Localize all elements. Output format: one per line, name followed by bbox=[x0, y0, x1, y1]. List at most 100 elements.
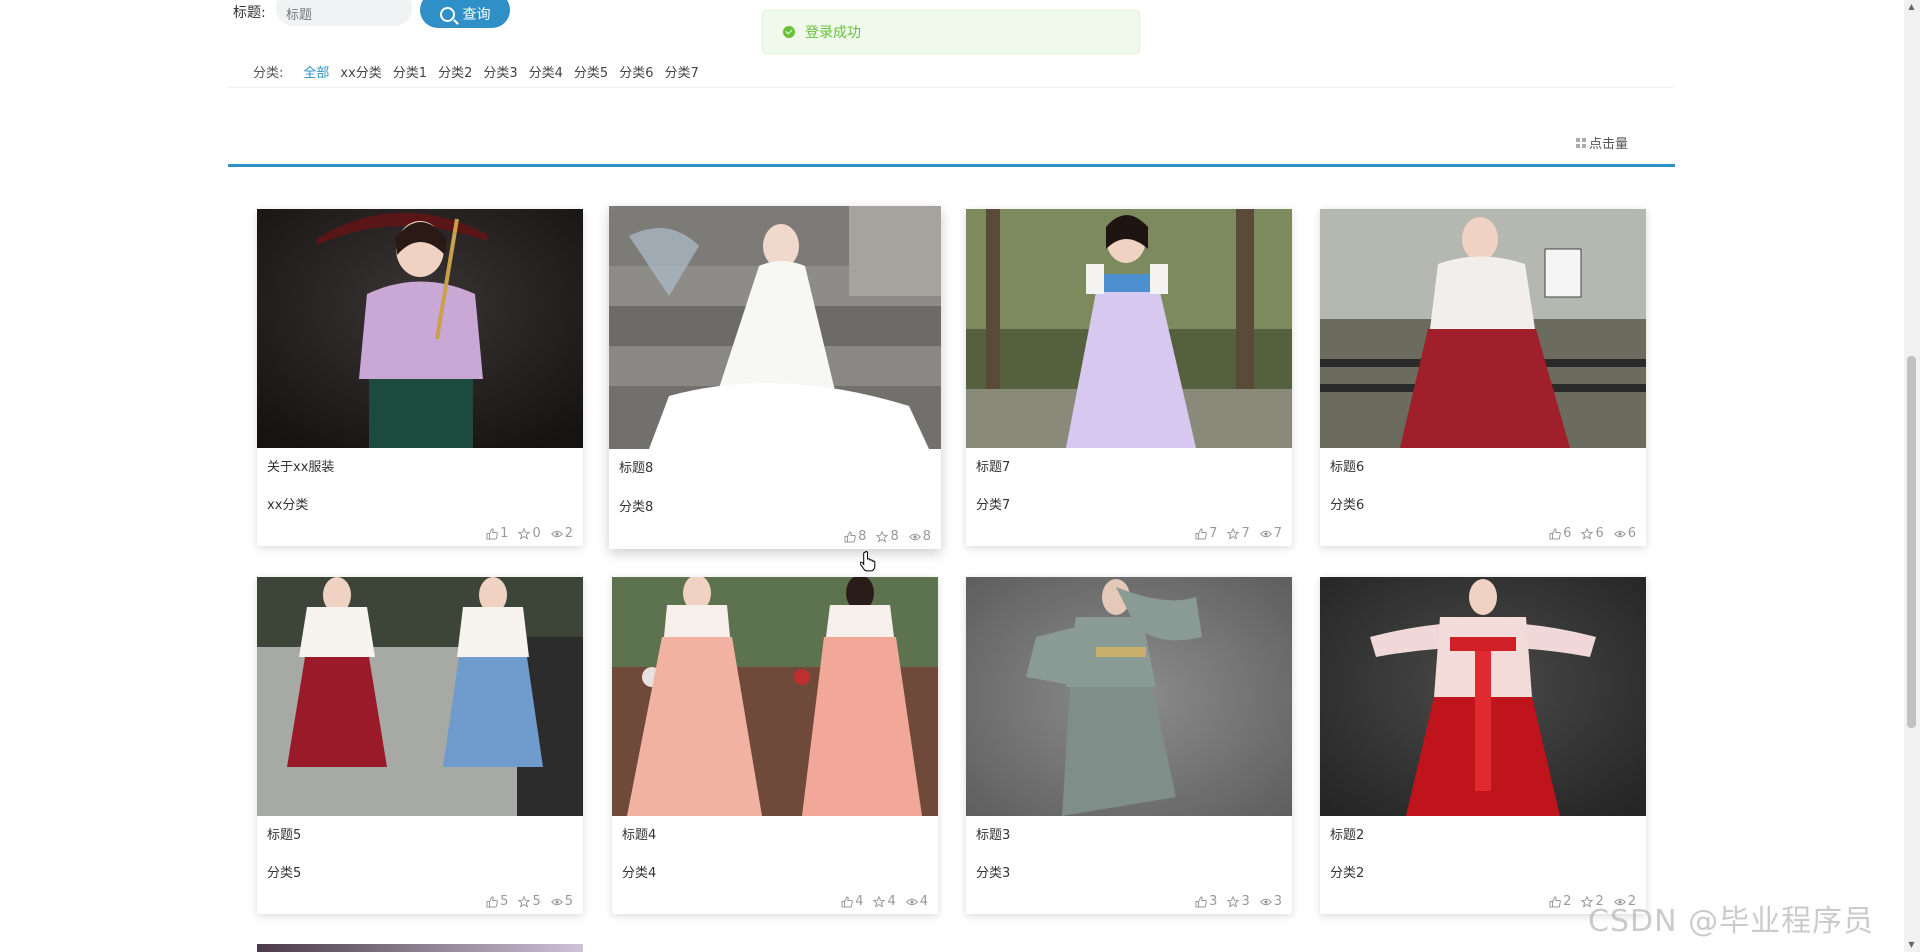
hand-pointer-icon bbox=[860, 550, 876, 572]
sort-by-views[interactable]: 点击量 bbox=[1576, 133, 1628, 152]
view-count: 2 bbox=[551, 526, 573, 541]
search-button[interactable]: 查询 bbox=[420, 0, 510, 28]
like-count[interactable]: 1 bbox=[486, 526, 508, 541]
product-card[interactable]: 标题8 分类8 8 8 8 bbox=[609, 206, 941, 549]
product-category: 分类6 bbox=[1330, 498, 1365, 513]
category-item-7[interactable]: 分类7 bbox=[664, 62, 698, 81]
product-image[interactable] bbox=[966, 577, 1292, 816]
like-count[interactable]: 3 bbox=[1195, 894, 1217, 909]
section-divider bbox=[228, 164, 1675, 167]
toast-message: 登录成功 bbox=[805, 25, 861, 41]
like-count[interactable]: 6 bbox=[1549, 526, 1571, 541]
favorite-count[interactable]: 5 bbox=[518, 894, 541, 909]
product-category: 分类2 bbox=[1330, 866, 1365, 881]
like-count[interactable]: 2 bbox=[1549, 894, 1571, 909]
product-image[interactable] bbox=[1320, 209, 1646, 448]
product-title[interactable]: 标题2 bbox=[1330, 824, 1364, 843]
product-category: 分类4 bbox=[622, 866, 657, 881]
favorite-count[interactable]: 8 bbox=[876, 529, 899, 544]
product-category: 分类8 bbox=[619, 500, 654, 515]
product-card[interactable]: 标题6 分类6 6 6 6 bbox=[1320, 209, 1646, 546]
favorite-count[interactable]: 0 bbox=[518, 526, 541, 541]
eye-icon bbox=[551, 896, 563, 908]
thumbs-up-icon bbox=[1195, 896, 1207, 908]
favorite-count[interactable]: 4 bbox=[873, 894, 896, 909]
product-image[interactable] bbox=[966, 209, 1292, 448]
product-title[interactable]: 标题7 bbox=[976, 456, 1010, 475]
star-icon bbox=[873, 896, 885, 908]
product-card[interactable]: 标题2 分类2 2 2 2 bbox=[1320, 577, 1646, 914]
category-filter: 分类: 全部 xx分类 分类1 分类2 分类3 分类4 分类5 分类6 分类7 bbox=[253, 62, 710, 81]
product-card[interactable]: 标题7 分类7 7 7 7 bbox=[966, 209, 1292, 546]
favorite-count[interactable]: 6 bbox=[1581, 526, 1604, 541]
thumbs-up-icon bbox=[486, 896, 498, 908]
product-title[interactable]: 标题3 bbox=[976, 824, 1010, 843]
product-title[interactable]: 标题8 bbox=[619, 457, 653, 476]
watermark: CSDN @毕业程序员 bbox=[1588, 904, 1875, 939]
category-item-all[interactable]: 全部 bbox=[303, 62, 329, 81]
like-count[interactable]: 4 bbox=[841, 894, 863, 909]
search-icon bbox=[439, 6, 455, 22]
success-check-icon bbox=[783, 26, 795, 38]
product-category: 分类3 bbox=[976, 866, 1011, 881]
login-success-toast: 登录成功 bbox=[762, 10, 1140, 54]
product-image[interactable] bbox=[257, 209, 583, 448]
product-image[interactable] bbox=[257, 577, 583, 816]
like-count[interactable]: 7 bbox=[1195, 526, 1217, 541]
star-icon bbox=[518, 528, 530, 540]
product-stats: 7 7 7 bbox=[1185, 526, 1282, 541]
scrollbar-thumb[interactable] bbox=[1907, 356, 1916, 728]
like-count[interactable]: 5 bbox=[486, 894, 508, 909]
product-card-partial[interactable] bbox=[257, 944, 583, 952]
category-filter-label: 分类: bbox=[253, 66, 284, 81]
product-card[interactable]: 标题4 分类4 4 4 4 bbox=[612, 577, 938, 914]
view-count: 5 bbox=[551, 894, 573, 909]
category-item-5[interactable]: 分类5 bbox=[574, 62, 608, 81]
search-title-input[interactable] bbox=[276, 0, 412, 26]
category-item-xx[interactable]: xx分类 bbox=[340, 62, 381, 81]
product-image[interactable] bbox=[609, 206, 941, 449]
view-count: 4 bbox=[906, 894, 928, 909]
category-divider bbox=[228, 87, 1674, 88]
product-stats: 3 3 3 bbox=[1185, 894, 1282, 909]
thumbs-up-icon bbox=[841, 896, 853, 908]
search-title-label: 标题: bbox=[233, 5, 266, 21]
thumbs-up-icon bbox=[1549, 896, 1561, 908]
product-category: xx分类 bbox=[267, 498, 309, 513]
product-card[interactable]: 标题3 分类3 3 3 3 bbox=[966, 577, 1292, 914]
thumbs-up-icon bbox=[1549, 528, 1561, 540]
product-title[interactable]: 标题4 bbox=[622, 824, 656, 843]
product-title[interactable]: 关于xx服装 bbox=[267, 456, 334, 475]
product-image[interactable] bbox=[1320, 577, 1646, 816]
view-count: 3 bbox=[1260, 894, 1282, 909]
product-stats: 1 0 2 bbox=[476, 526, 573, 541]
favorite-count[interactable]: 3 bbox=[1227, 894, 1250, 909]
product-card[interactable]: 标题5 分类5 5 5 5 bbox=[257, 577, 583, 914]
product-card[interactable]: 关于xx服装 xx分类 1 0 2 bbox=[257, 209, 583, 546]
category-item-6[interactable]: 分类6 bbox=[619, 62, 653, 81]
favorite-count[interactable]: 7 bbox=[1227, 526, 1250, 541]
eye-icon bbox=[1260, 528, 1272, 540]
star-icon bbox=[876, 531, 888, 543]
product-title[interactable]: 标题6 bbox=[1330, 456, 1364, 475]
sort-label: 点击量 bbox=[1589, 137, 1629, 152]
eye-icon bbox=[551, 528, 563, 540]
product-image[interactable] bbox=[612, 577, 938, 816]
view-count: 8 bbox=[909, 529, 931, 544]
grid-icon bbox=[1576, 137, 1586, 148]
star-icon bbox=[1227, 896, 1239, 908]
star-icon bbox=[1581, 528, 1593, 540]
view-count: 7 bbox=[1260, 526, 1282, 541]
scroll-up-arrow-icon[interactable]: ▲ bbox=[1907, 2, 1916, 12]
category-item-3[interactable]: 分类3 bbox=[483, 62, 517, 81]
category-item-1[interactable]: 分类1 bbox=[393, 62, 427, 81]
product-title[interactable]: 标题5 bbox=[267, 824, 301, 843]
product-stats: 8 8 8 bbox=[834, 529, 931, 544]
product-stats: 5 5 5 bbox=[476, 894, 573, 909]
like-count[interactable]: 8 bbox=[844, 529, 866, 544]
view-count: 6 bbox=[1614, 526, 1636, 541]
star-icon bbox=[518, 896, 530, 908]
category-item-2[interactable]: 分类2 bbox=[438, 62, 472, 81]
scroll-down-arrow-icon[interactable]: ▼ bbox=[1907, 940, 1916, 950]
category-item-4[interactable]: 分类4 bbox=[529, 62, 563, 81]
